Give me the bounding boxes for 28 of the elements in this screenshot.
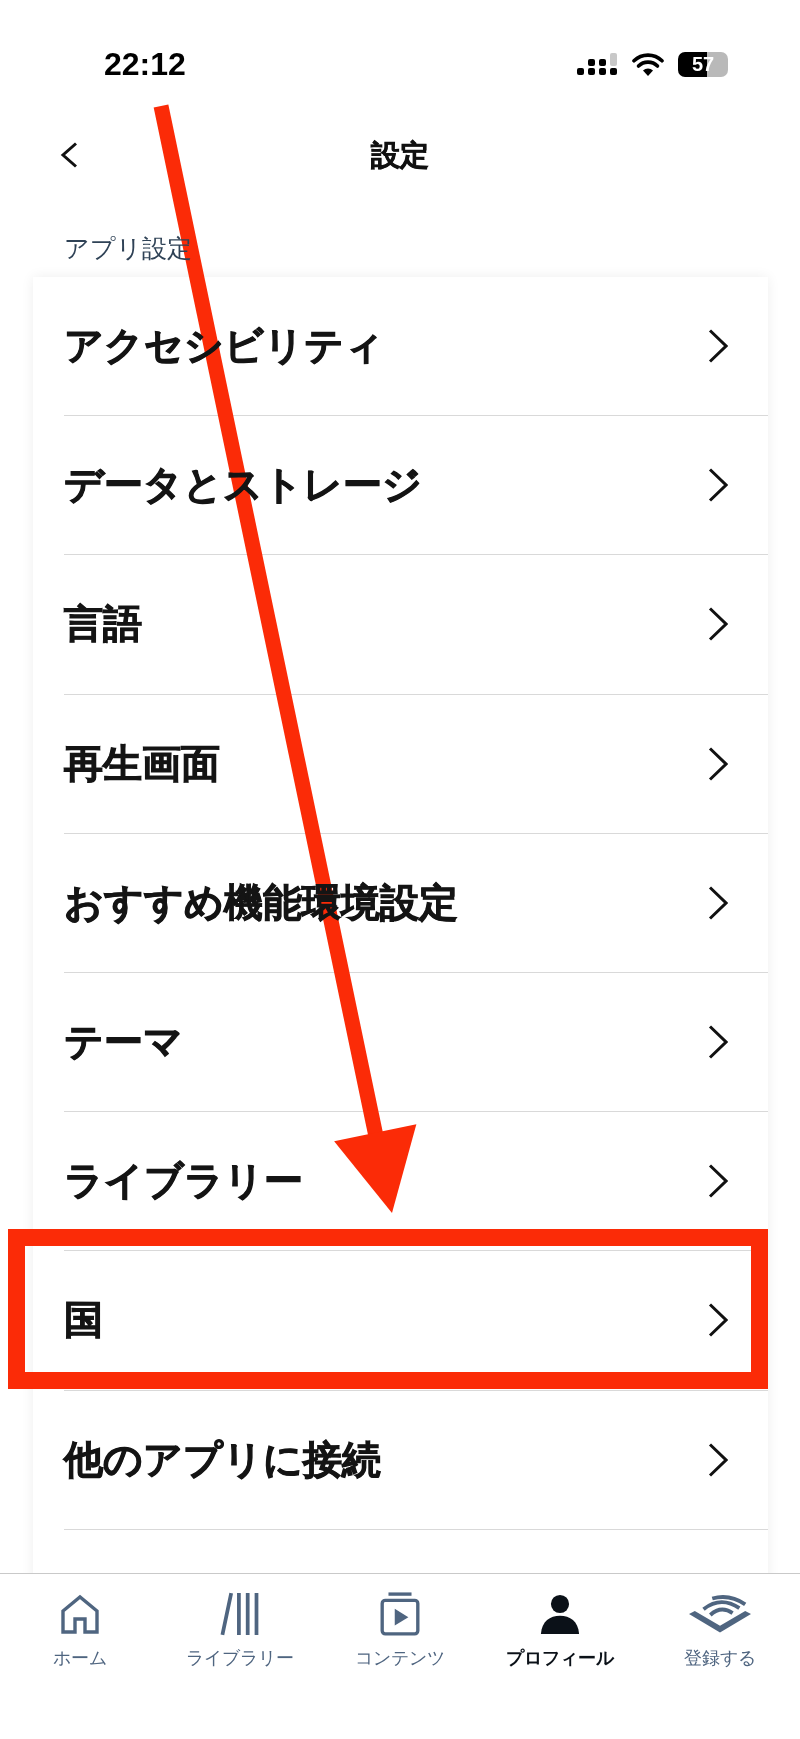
chevron-right-icon <box>708 329 728 364</box>
chevron-right-icon <box>708 1442 728 1477</box>
nav-tab[interactable]: コンテンツ <box>355 1592 445 1670</box>
settings-row[interactable]: 他のアプリに接続 <box>64 1390 768 1530</box>
chevron-right-icon <box>708 1303 728 1338</box>
nav-tab[interactable]: ホーム <box>53 1592 107 1670</box>
nav-tab[interactable]: プロフィール <box>506 1592 614 1670</box>
chevron-right-icon <box>708 607 728 642</box>
chevron-right-icon <box>708 885 728 920</box>
chevron-right-icon <box>708 1164 728 1199</box>
status-time: 22:12 <box>104 46 186 82</box>
chevron-right-icon <box>708 746 728 781</box>
settings-row[interactable]: 言語 <box>64 555 768 695</box>
page-title: 設定 <box>371 137 429 173</box>
wifi-icon <box>632 52 664 76</box>
settings-row[interactable]: テーマ <box>64 972 768 1113</box>
settings-row[interactable]: 国 <box>64 1251 768 1391</box>
signal-icon <box>577 53 618 75</box>
nav-tab[interactable]: 登録する <box>684 1592 756 1670</box>
book-spines-icon <box>220 1592 260 1636</box>
play-box-icon <box>380 1592 420 1636</box>
settings-row[interactable]: 再生画面 <box>64 694 768 834</box>
nav-tab[interactable]: ライブラリー <box>186 1592 294 1670</box>
chevron-right-icon <box>708 468 728 503</box>
chevron-right-icon <box>708 1025 728 1060</box>
house-icon <box>60 1592 100 1636</box>
person-icon <box>540 1592 580 1636</box>
back-icon <box>60 142 78 168</box>
